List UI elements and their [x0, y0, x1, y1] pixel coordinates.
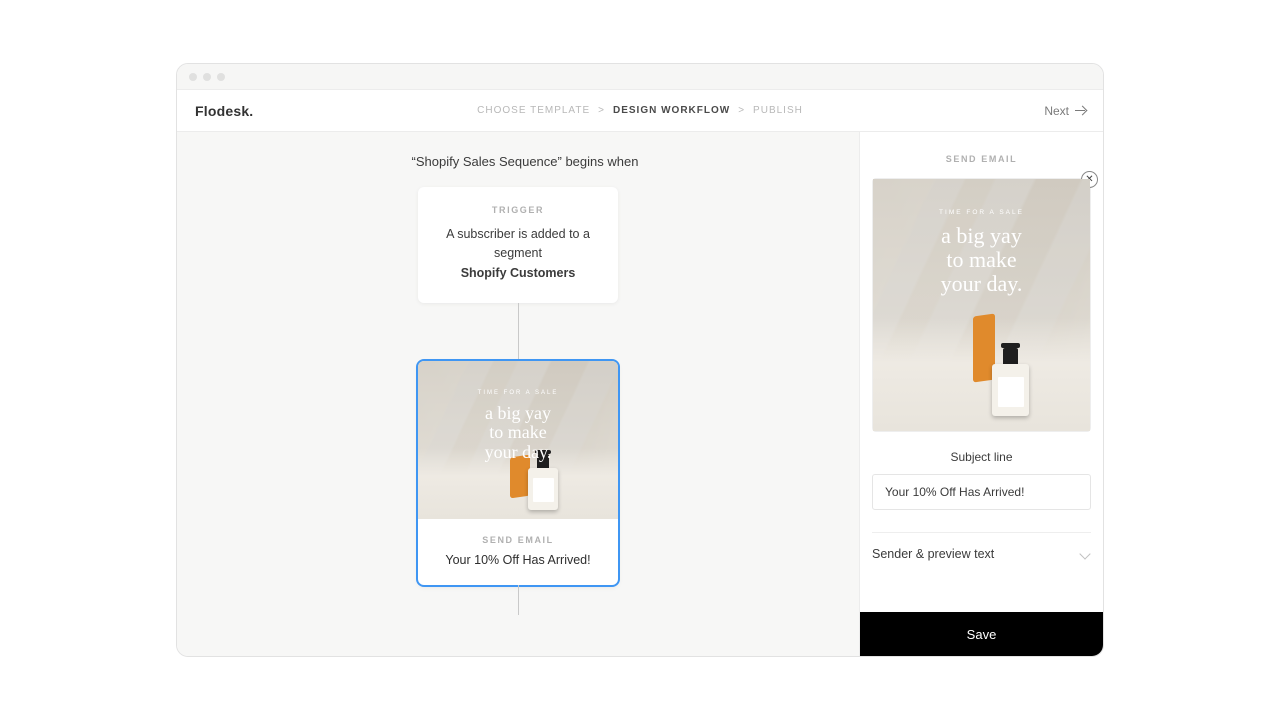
wizard-step-design-workflow[interactable]: DESIGN WORKFLOW: [613, 105, 730, 116]
trigger-card[interactable]: TRIGGER A subscriber is added to a segme…: [418, 187, 618, 303]
hero-eyebrow: TIME FOR A SALE: [873, 209, 1090, 216]
next-button[interactable]: Next: [1044, 104, 1085, 118]
sender-preview-section[interactable]: Sender & preview text: [872, 532, 1091, 575]
hero-headline: a big yay to make your day.: [873, 224, 1090, 295]
chevron-down-icon: [1079, 548, 1090, 559]
email-card-body: SEND EMAIL Your 10% Off Has Arrived!: [418, 519, 618, 585]
wizard-step-choose-template[interactable]: CHOOSE TEMPLATE: [477, 105, 590, 116]
connector-line: [518, 303, 519, 361]
trigger-text: A subscriber is added to a segment Shopi…: [436, 225, 600, 283]
app-body: “Shopify Sales Sequence” begins when TRI…: [177, 132, 1103, 656]
email-preview[interactable]: ✕ TIME FOR A SALE a big yay to make your…: [872, 178, 1091, 432]
workflow-canvas[interactable]: “Shopify Sales Sequence” begins when TRI…: [177, 132, 859, 656]
browser-chrome: [177, 64, 1103, 90]
wizard-steps: CHOOSE TEMPLATE > DESIGN WORKFLOW > PUBL…: [477, 105, 803, 116]
hero-headline: a big yay to make your day.: [418, 404, 618, 462]
brand-logo[interactable]: Flodesk.: [195, 103, 253, 119]
subject-line-label: Subject line: [872, 450, 1091, 464]
subject-line-input[interactable]: [872, 474, 1091, 510]
product-bottle-icon: [528, 468, 558, 510]
trigger-label: TRIGGER: [436, 205, 600, 215]
email-step-card[interactable]: TIME FOR A SALE a big yay to make your d…: [418, 361, 618, 585]
app-header: Flodesk. CHOOSE TEMPLATE > DESIGN WORKFL…: [177, 90, 1103, 132]
trigger-description: A subscriber is added to a segment: [446, 227, 590, 260]
browser-window: Flodesk. CHOOSE TEMPLATE > DESIGN WORKFL…: [176, 63, 1104, 657]
connector-line: [518, 585, 519, 615]
wizard-separator: >: [738, 105, 745, 116]
email-thumbnail: TIME FOR A SALE a big yay to make your d…: [418, 361, 618, 519]
sender-preview-label: Sender & preview text: [872, 547, 994, 561]
arrow-right-icon: [1075, 110, 1085, 111]
workflow-title: “Shopify Sales Sequence” begins when: [211, 154, 839, 169]
save-label: Save: [967, 627, 997, 642]
hero-eyebrow: TIME FOR A SALE: [418, 390, 618, 396]
product-bottle-icon: [992, 364, 1029, 416]
chrome-dot: [189, 73, 197, 81]
email-card-label: SEND EMAIL: [430, 535, 606, 545]
email-card-subject: Your 10% Off Has Arrived!: [430, 553, 606, 567]
panel-content: SEND EMAIL ✕ TIME FOR A SALE a big yay: [860, 132, 1103, 612]
email-preview-image: TIME FOR A SALE a big yay to make your d…: [873, 179, 1090, 431]
save-button[interactable]: Save: [860, 612, 1103, 656]
next-label: Next: [1044, 104, 1069, 118]
panel-step-label: SEND EMAIL: [872, 154, 1091, 164]
trigger-segment-name: Shopify Customers: [461, 266, 576, 280]
wizard-step-publish[interactable]: PUBLISH: [753, 105, 803, 116]
wizard-separator: >: [598, 105, 605, 116]
chrome-dot: [217, 73, 225, 81]
chrome-dot: [203, 73, 211, 81]
side-panel: SEND EMAIL ✕ TIME FOR A SALE a big yay: [859, 132, 1103, 656]
hero-accent: [973, 314, 995, 383]
